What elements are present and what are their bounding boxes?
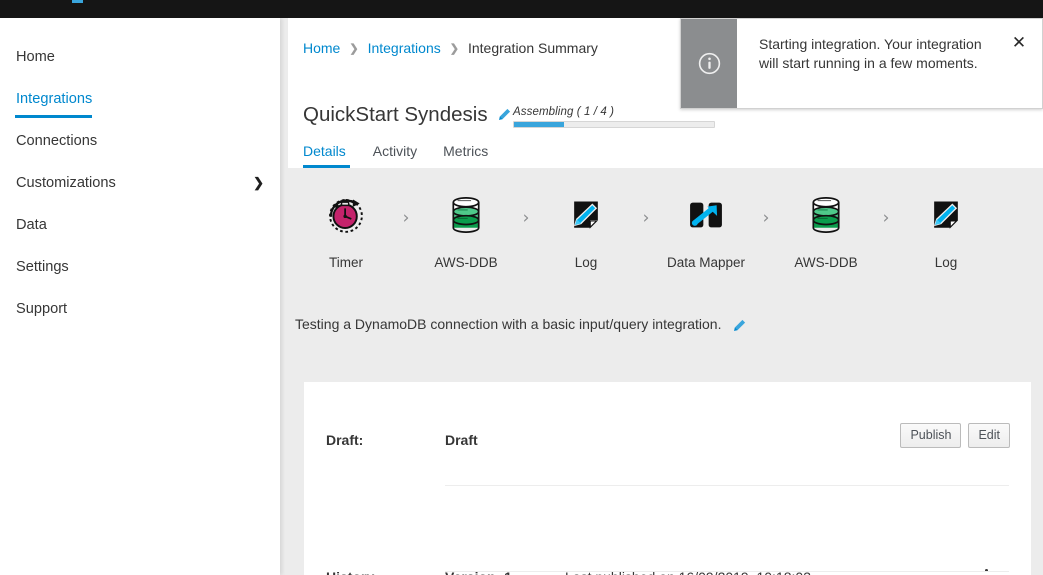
toast-message: Starting integration. Your integration w… bbox=[759, 36, 982, 71]
flow-step-aws-ddb-2[interactable]: AWS-DDB bbox=[776, 189, 876, 270]
log-icon bbox=[560, 189, 612, 241]
history-label: History: bbox=[304, 569, 445, 575]
tab-metrics[interactable]: Metrics bbox=[430, 143, 501, 168]
edit-description-pencil-icon[interactable] bbox=[733, 319, 746, 332]
flow-step-data-mapper[interactable]: Data Mapper bbox=[656, 189, 756, 270]
flow-step-label: Data Mapper bbox=[666, 255, 746, 270]
top-masthead bbox=[0, 0, 1043, 18]
sidebar-nav: Home Integrations Connections Customizat… bbox=[0, 18, 280, 575]
tab-label: Metrics bbox=[443, 143, 489, 159]
title-row: QuickStart Syndesis bbox=[303, 103, 511, 126]
assembling-progress: Assembling ( 1 / 4 ) bbox=[513, 106, 715, 128]
chevron-right-icon: ❯ bbox=[253, 175, 264, 190]
sidebar-item-data[interactable]: Data bbox=[0, 204, 280, 246]
database-icon bbox=[800, 189, 852, 241]
sidebar-item-label: Home bbox=[16, 49, 55, 65]
chevron-right-icon: ❯ bbox=[349, 42, 359, 55]
database-icon bbox=[440, 189, 492, 241]
flow-step-log-1[interactable]: Log bbox=[536, 189, 636, 270]
flow-step-label: AWS-DDB bbox=[434, 255, 498, 270]
draft-actions: Publish Edit bbox=[900, 423, 1010, 448]
draft-row: Draft: Draft Publish Edit bbox=[304, 382, 1031, 450]
edit-button[interactable]: Edit bbox=[968, 423, 1010, 448]
version-line: Version: 1 Last published on 16/09/2019,… bbox=[445, 569, 1031, 575]
flow-step-timer[interactable]: Timer bbox=[296, 189, 396, 270]
active-indicator bbox=[15, 115, 92, 118]
flow-step-label: Log bbox=[574, 255, 598, 270]
timer-icon bbox=[320, 189, 372, 241]
integration-description: Testing a DynamoDB connection with a bas… bbox=[295, 316, 746, 332]
flow-step-log-2[interactable]: Log bbox=[896, 189, 996, 270]
sidebar-item-connections[interactable]: Connections bbox=[0, 120, 280, 162]
description-text: Testing a DynamoDB connection with a bas… bbox=[295, 316, 722, 332]
kebab-menu-icon[interactable] bbox=[979, 569, 993, 575]
sidebar-item-label: Integrations bbox=[16, 91, 93, 107]
last-published-timestamp: Last published on 16/09/2019, 10:18:03 bbox=[565, 569, 811, 575]
integration-detail-card: Draft: Draft Publish Edit History: Versi… bbox=[304, 382, 1031, 575]
data-mapper-icon bbox=[680, 189, 732, 241]
log-icon bbox=[920, 189, 972, 241]
progress-fill bbox=[514, 122, 564, 127]
draft-status-value: Draft bbox=[445, 432, 478, 448]
toast-body: Starting integration. Your integration w… bbox=[737, 19, 1042, 108]
flow-step-label: Log bbox=[934, 255, 958, 270]
close-icon[interactable]: ✕ bbox=[1010, 34, 1028, 52]
sidebar-item-support[interactable]: Support bbox=[0, 288, 280, 330]
flow-step-label: Timer bbox=[329, 255, 363, 270]
info-circle-icon bbox=[681, 19, 737, 108]
edit-title-pencil-icon[interactable] bbox=[498, 108, 511, 121]
sidebar-item-integrations[interactable]: Integrations bbox=[0, 78, 280, 120]
sidebar-item-home[interactable]: Home bbox=[0, 36, 280, 78]
sidebar-item-label: Customizations bbox=[16, 175, 116, 191]
history-row: History: Version: 1 Last published on 16… bbox=[304, 450, 1031, 575]
chevron-right-icon: ❯ bbox=[449, 42, 459, 55]
flow-arrow-icon: › bbox=[882, 208, 890, 228]
tab-label: Activity bbox=[372, 143, 418, 159]
brand-logo-icon[interactable] bbox=[72, 0, 83, 3]
flow-arrow-icon: › bbox=[402, 208, 410, 228]
card-divider bbox=[445, 571, 1009, 572]
progress-track bbox=[513, 121, 715, 128]
breadcrumb-integrations[interactable]: Integrations bbox=[368, 40, 441, 56]
sidebar-item-label: Connections bbox=[16, 133, 98, 149]
sidebar-item-label: Settings bbox=[16, 259, 69, 275]
tab-activity[interactable]: Activity bbox=[360, 143, 430, 168]
flow-arrow-icon: › bbox=[642, 208, 650, 228]
flow-arrow-icon: › bbox=[762, 208, 770, 228]
tab-bar: Details Activity Metrics bbox=[303, 132, 501, 168]
integration-flow-strip: Timer › AWS-DDB › Log › Data Mapper › AW… bbox=[296, 189, 996, 270]
flow-step-aws-ddb-1[interactable]: AWS-DDB bbox=[416, 189, 516, 270]
flow-step-label: AWS-DDB bbox=[794, 255, 858, 270]
sidebar-item-customizations[interactable]: Customizations ❯ bbox=[0, 162, 280, 204]
page-title: QuickStart Syndesis bbox=[303, 103, 488, 126]
sidebar-item-label: Support bbox=[16, 301, 68, 317]
draft-label: Draft: bbox=[326, 432, 364, 448]
breadcrumb: Home ❯ Integrations ❯ Integration Summar… bbox=[303, 40, 598, 56]
sidebar-item-settings[interactable]: Settings bbox=[0, 246, 280, 288]
flow-arrow-icon: › bbox=[522, 208, 530, 228]
tab-details[interactable]: Details bbox=[303, 143, 360, 168]
breadcrumb-home[interactable]: Home bbox=[303, 40, 340, 56]
tab-label: Details bbox=[303, 143, 346, 159]
sidebar-item-label: Data bbox=[16, 217, 47, 233]
notification-toast: Starting integration. Your integration w… bbox=[680, 18, 1043, 109]
version-number: Version: 1 bbox=[445, 569, 565, 575]
publish-button[interactable]: Publish bbox=[900, 423, 962, 448]
breadcrumb-current: Integration Summary bbox=[467, 40, 598, 56]
